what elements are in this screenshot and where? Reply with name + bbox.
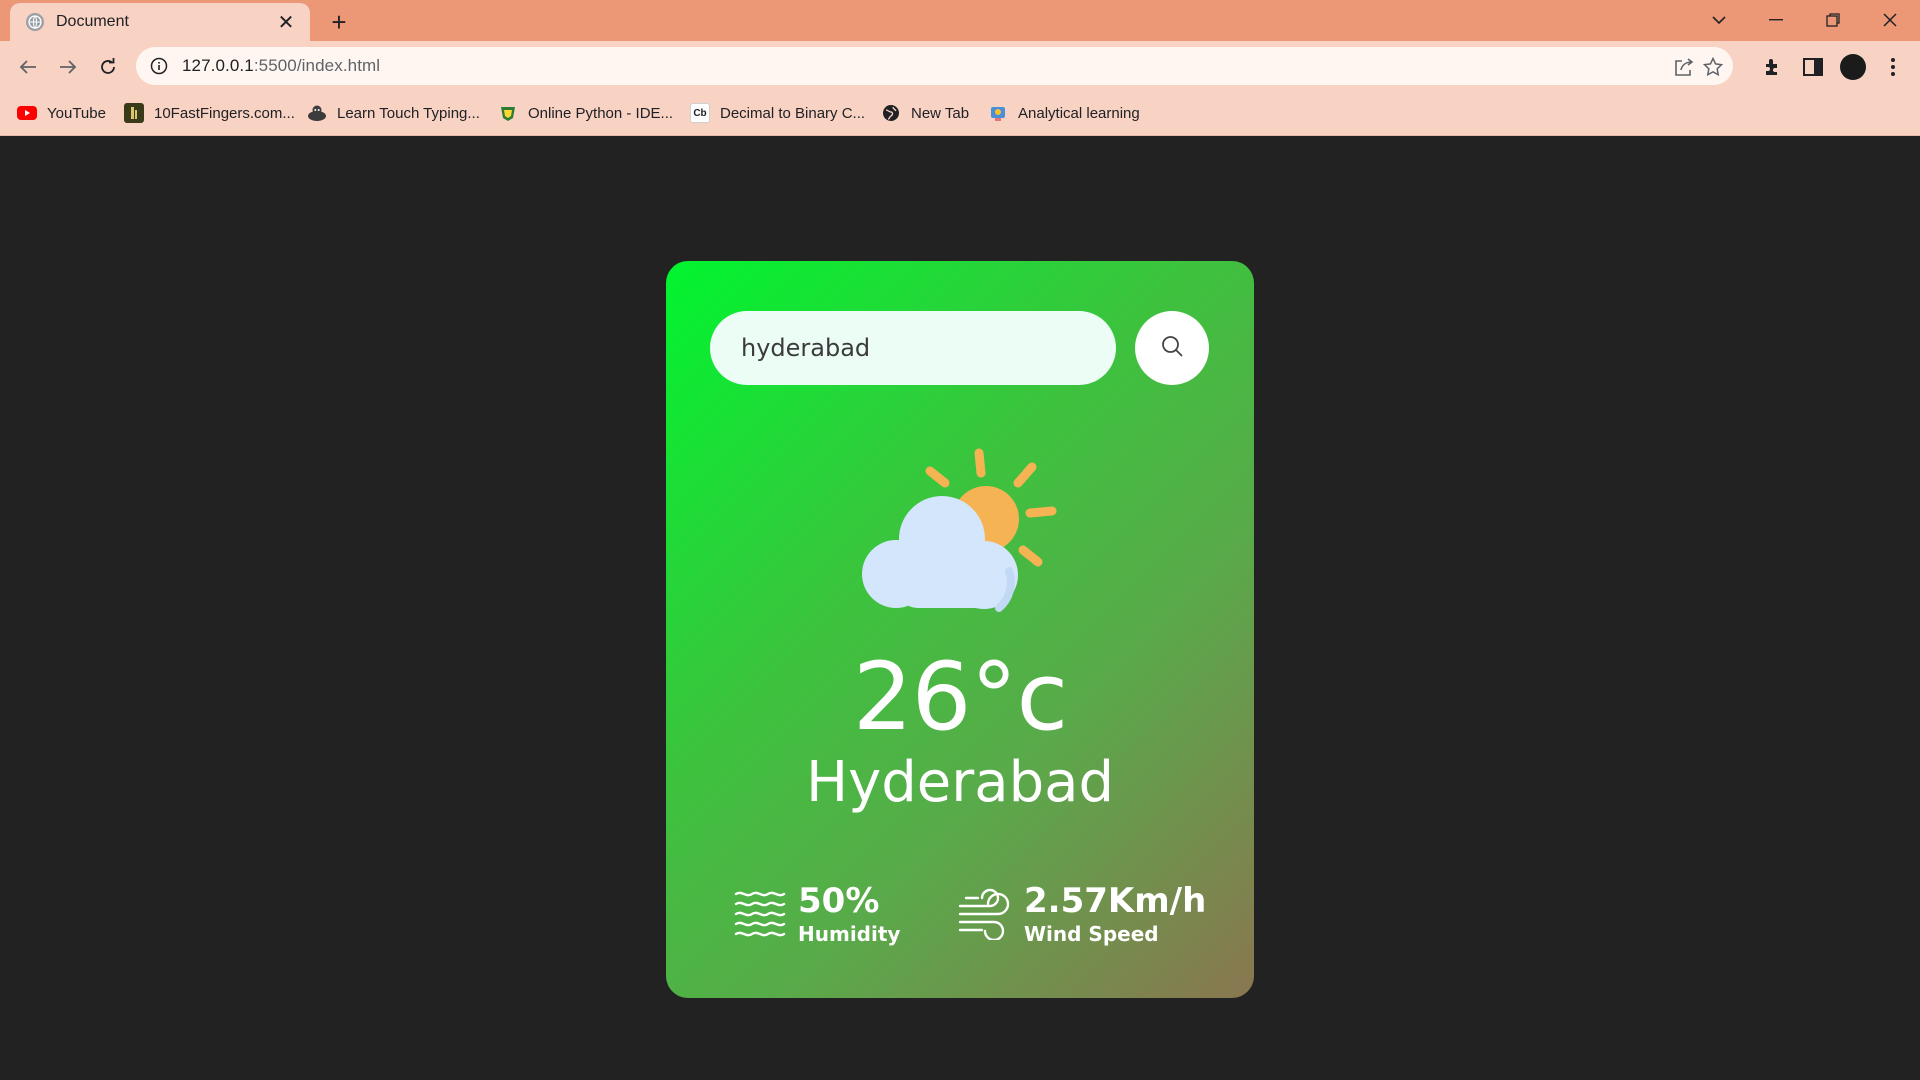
- typing-icon: [307, 103, 327, 123]
- bookmark-youtube[interactable]: YouTube: [17, 101, 106, 125]
- 10fastfingers-icon: [124, 103, 144, 123]
- globe-icon: [881, 103, 901, 123]
- browser-tab[interactable]: Document ✕: [10, 3, 310, 41]
- wind-speed-label: Wind Speed: [1024, 922, 1159, 946]
- address-bar[interactable]: 127.0.0.1:5500/index.html: [136, 47, 1733, 85]
- youtube-icon: [17, 103, 37, 123]
- side-panel-icon[interactable]: [1800, 54, 1826, 80]
- extensions-icon[interactable]: [1760, 54, 1786, 80]
- bookmark-label: Online Python - IDE...: [528, 104, 674, 122]
- site-info-icon[interactable]: [150, 57, 168, 75]
- bookmark-decimal-to-binary[interactable]: Cb Decimal to Binary C...: [690, 101, 865, 125]
- bookmark-10fastfingers[interactable]: 10FastFingers.com...: [124, 101, 295, 125]
- bookmark-label: 10FastFingers.com...: [154, 104, 295, 122]
- bookmark-label: New Tab: [911, 104, 970, 122]
- bookmark-label: YouTube: [47, 104, 106, 122]
- tab-search-chevron-icon[interactable]: [1699, 4, 1739, 36]
- bookmark-learn-touch-typing[interactable]: Learn Touch Typing...: [307, 101, 480, 125]
- search-button[interactable]: [1135, 311, 1209, 385]
- humidity-waves-icon: [734, 890, 786, 938]
- reload-button[interactable]: [94, 53, 122, 81]
- wind-stat: 2.57Km/h Wind Speed: [958, 881, 1206, 947]
- city-search-input[interactable]: [710, 311, 1116, 385]
- new-tab-button[interactable]: +: [326, 7, 352, 37]
- bookmark-new-tab[interactable]: New Tab: [881, 101, 969, 125]
- page-viewport: 26°c Hyderabad 50% Humidity: [0, 136, 1920, 1080]
- city-name: Hyderabad: [806, 750, 1114, 815]
- close-window-button[interactable]: [1870, 4, 1910, 36]
- back-button[interactable]: [14, 53, 42, 81]
- wind-icon: [958, 888, 1012, 940]
- tab-title: Document: [56, 13, 129, 30]
- wind-speed-value: 2.57Km/h: [1024, 881, 1207, 921]
- profile-avatar[interactable]: [1840, 54, 1866, 80]
- humidity-label: Humidity: [798, 922, 901, 946]
- url-path: :5500/index.html: [253, 56, 381, 75]
- forward-button[interactable]: [54, 53, 82, 81]
- python-ide-icon: [498, 103, 518, 123]
- weather-card: 26°c Hyderabad 50% Humidity: [666, 261, 1254, 998]
- bookmark-analytical-learning[interactable]: Analytical learning: [988, 101, 1140, 125]
- browser-tab-strip: Document ✕ +: [0, 0, 1920, 41]
- cb-icon: Cb: [690, 103, 710, 123]
- analytical-icon: [988, 103, 1008, 123]
- bookmark-star-icon[interactable]: [1701, 55, 1725, 79]
- search-icon: [1160, 334, 1184, 363]
- browser-toolbar: 127.0.0.1:5500/index.html: [0, 41, 1920, 91]
- minimize-button[interactable]: [1756, 4, 1796, 36]
- bookmark-online-python[interactable]: Online Python - IDE...: [498, 101, 673, 125]
- temperature-value: 26°c: [852, 643, 1068, 752]
- restore-button[interactable]: [1813, 4, 1853, 36]
- globe-favicon-icon: [26, 13, 44, 31]
- humidity-stat: 50% Humidity: [734, 881, 900, 947]
- humidity-value: 50%: [798, 881, 880, 921]
- bookmark-label: Analytical learning: [1018, 104, 1140, 122]
- bookmark-label: Learn Touch Typing...: [337, 104, 480, 122]
- browser-menu-icon[interactable]: [1880, 54, 1906, 80]
- url-host: 127.0.0.1: [182, 56, 254, 75]
- share-icon[interactable]: [1672, 55, 1696, 79]
- partly-cloudy-icon: [849, 443, 1065, 621]
- url-text: 127.0.0.1:5500/index.html: [182, 56, 380, 76]
- bookmark-label: Decimal to Binary C...: [720, 104, 866, 122]
- bookmarks-bar: YouTube 10FastFingers.com... Learn Touch…: [0, 91, 1920, 136]
- tab-close-icon[interactable]: ✕: [274, 10, 298, 34]
